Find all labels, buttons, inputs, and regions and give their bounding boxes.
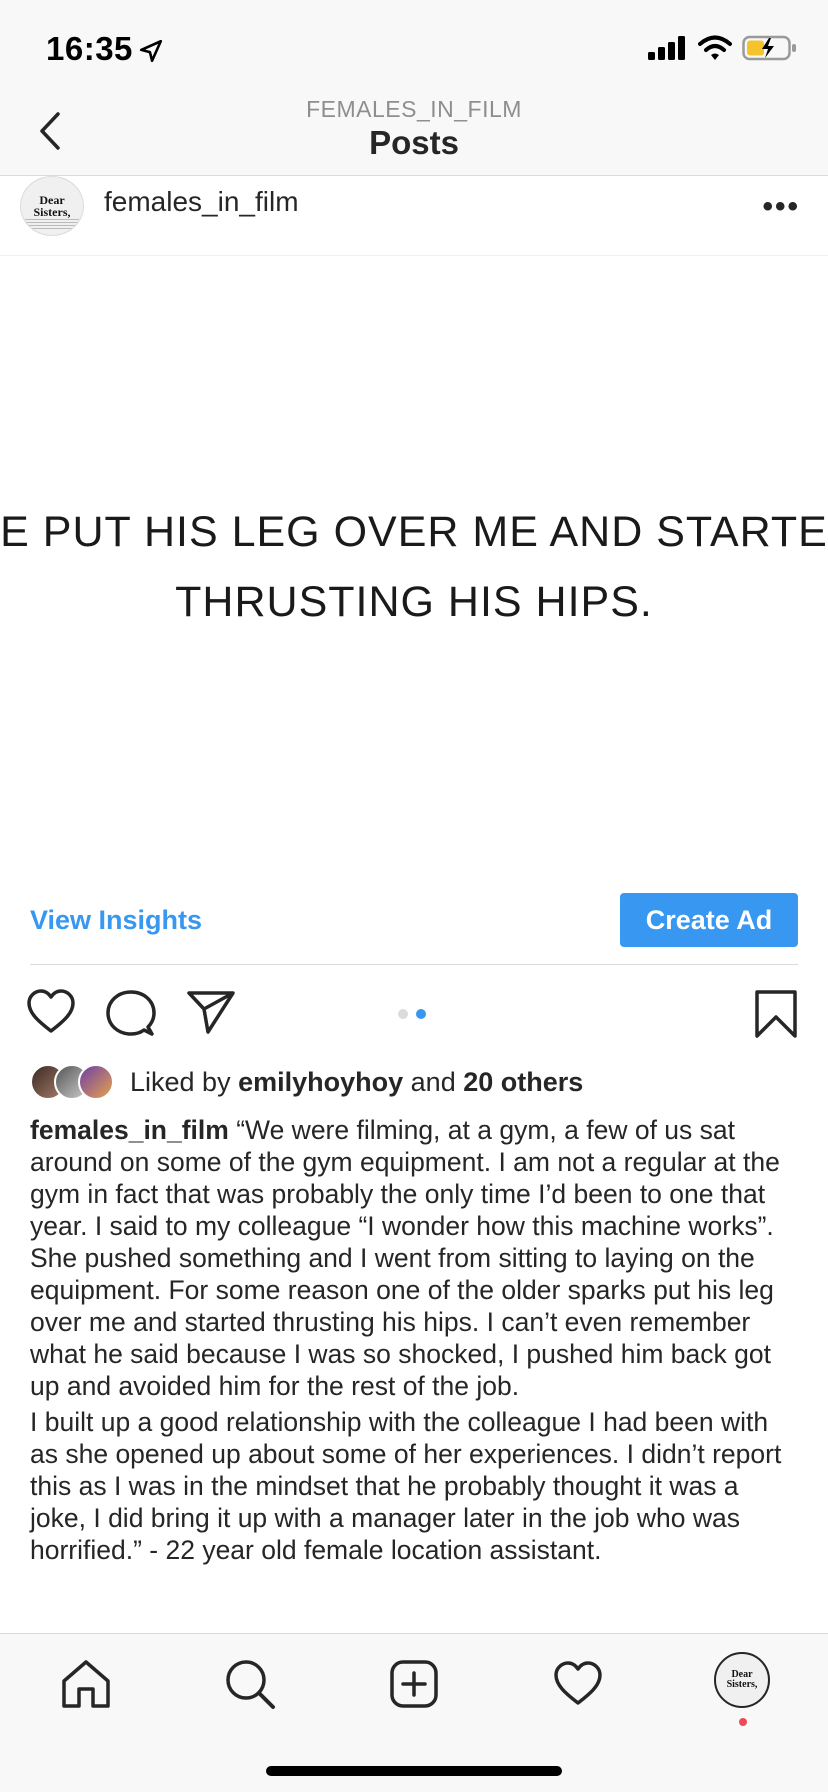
nav-subtitle: FEMALES_IN_FILM <box>306 96 522 122</box>
liker-avatar <box>78 1064 114 1100</box>
signal-icon <box>648 36 688 65</box>
post-header: Dear Sisters, females_in_film ••• <box>0 176 828 256</box>
carousel-dot <box>398 1009 408 1019</box>
account-avatar[interactable]: Dear Sisters, <box>20 176 84 236</box>
home-indicator <box>266 1766 562 1776</box>
view-insights-link[interactable]: View Insights <box>30 905 202 936</box>
notification-dot <box>739 1718 747 1726</box>
wifi-icon <box>698 35 732 66</box>
post-username[interactable]: females_in_film <box>104 186 299 218</box>
search-icon[interactable] <box>220 1654 280 1714</box>
likes-row[interactable]: Liked by emilyhoyhoy and 20 others <box>30 1062 583 1102</box>
likes-user-link[interactable]: emilyhoyhoy <box>238 1067 403 1097</box>
page-title: Posts <box>369 124 459 161</box>
profile-avatar-text-2: Sisters, <box>726 1679 758 1690</box>
post-image[interactable]: HE PUT HIS LEG OVER ME AND STARTED THRUS… <box>0 257 828 877</box>
post-actions <box>0 985 828 1045</box>
carousel-indicator <box>398 1009 426 1019</box>
likes-others-link[interactable]: 20 others <box>463 1067 583 1097</box>
status-bar: 16:35 <box>0 0 828 96</box>
caption-paragraph-1: females_in_film “We were filming, at a g… <box>30 1114 800 1402</box>
likes-conjunction: and <box>410 1066 456 1097</box>
caption-text-1: “We were filming, at a gym, a few of us … <box>30 1115 780 1401</box>
likes-prefix: Liked by <box>130 1066 231 1097</box>
carousel-dot-active <box>416 1009 426 1019</box>
avatar-text-line-2: Sisters, <box>33 205 71 219</box>
comment-icon[interactable] <box>106 989 156 1042</box>
home-icon[interactable] <box>56 1654 116 1714</box>
status-time: 16:35 <box>46 30 133 67</box>
like-heart-icon[interactable] <box>26 989 76 1040</box>
avatar-newsprint-decoration <box>25 219 79 229</box>
create-ad-button[interactable]: Create Ad <box>620 893 798 947</box>
save-bookmark-icon[interactable] <box>754 989 798 1044</box>
post-caption: females_in_film “We were filming, at a g… <box>30 1114 800 1570</box>
likes-text: Liked by emilyhoyhoy and 20 others <box>130 1067 583 1098</box>
share-send-icon[interactable] <box>186 989 236 1040</box>
battery-charging-icon <box>742 34 798 67</box>
image-quote-line-2: THRUSTING HIS HIPS. <box>175 578 653 626</box>
image-quote-line-1: HE PUT HIS LEG OVER ME AND STARTED <box>0 508 828 556</box>
status-indicators <box>648 34 798 67</box>
navigation-bar: FEMALES_IN_FILM Posts <box>0 96 828 176</box>
caption-paragraph-2: I built up a good relationship with the … <box>30 1407 782 1565</box>
new-post-icon[interactable] <box>384 1654 444 1714</box>
activity-heart-icon[interactable] <box>548 1654 608 1714</box>
caption-username[interactable]: females_in_film <box>30 1115 229 1145</box>
insights-row: View Insights Create Ad <box>30 893 798 965</box>
location-arrow-icon <box>138 38 164 69</box>
profile-avatar-tab[interactable]: Dear Sisters, <box>714 1652 770 1708</box>
more-options-button[interactable]: ••• <box>762 190 800 224</box>
